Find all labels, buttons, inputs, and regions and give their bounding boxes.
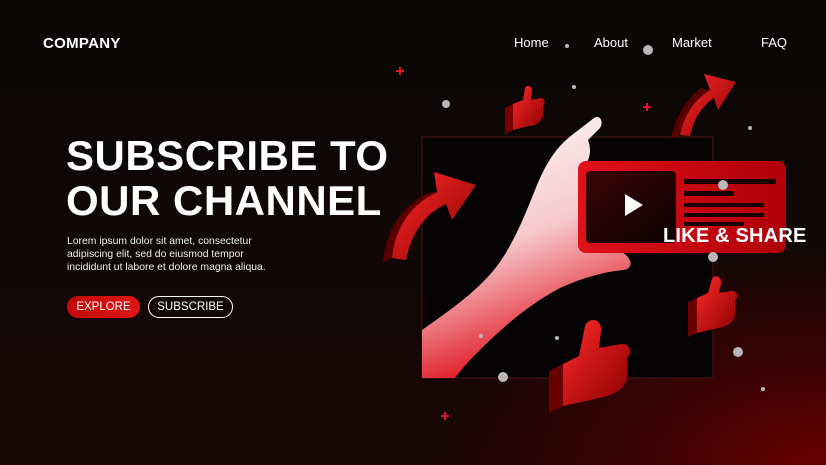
thumbs-up-icon-top: [505, 85, 545, 134]
like-share-tagline: LIKE & SHARE: [663, 225, 807, 247]
top-arrow-icon: [671, 74, 736, 139]
